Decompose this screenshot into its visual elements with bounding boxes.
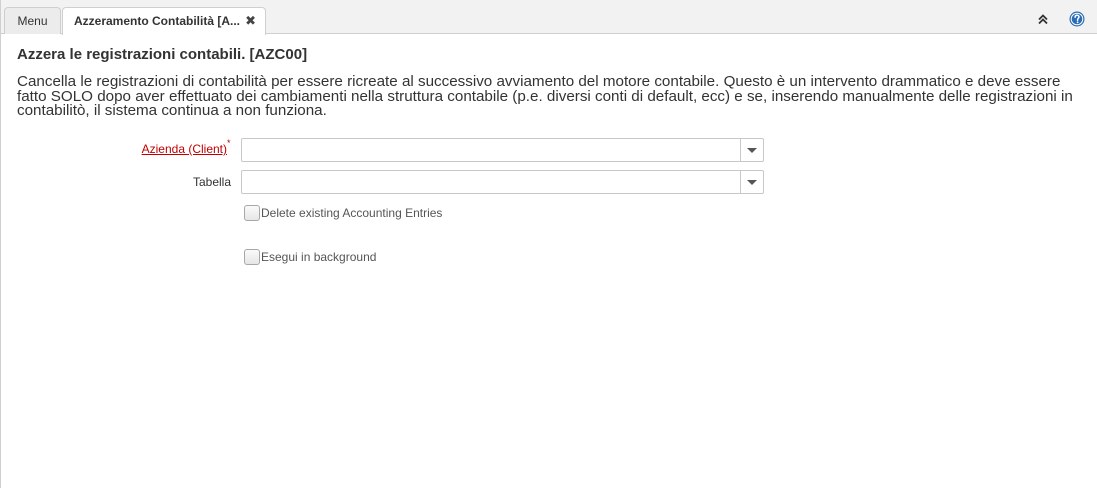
tab-azzeramento-contabilita[interactable]: Azzeramento Contabilità [A... ✖ <box>62 7 266 35</box>
client-field-label[interactable]: Azienda (Client) <box>27 142 227 156</box>
background-checkbox[interactable] <box>244 249 260 265</box>
required-marker: * <box>227 138 231 148</box>
delete-entries-label: Delete existing Accounting Entries <box>261 206 443 220</box>
process-description: Cancella le registrazioni di contabilità… <box>17 73 1073 119</box>
table-dropdown-button[interactable] <box>740 171 763 193</box>
double-chevron-up-icon[interactable] <box>1035 11 1051 27</box>
delete-entries-checkbox[interactable] <box>244 205 260 221</box>
close-tab-icon[interactable]: ✖ <box>245 8 256 34</box>
client-input[interactable] <box>242 139 741 161</box>
tab-label: Azzeramento Contabilità [A... <box>74 14 241 28</box>
table-combobox[interactable] <box>241 170 764 194</box>
background-label: Esegui in background <box>261 250 377 264</box>
caret-down-icon <box>747 148 757 153</box>
tab-bar: Menu Azzeramento Contabilità [A... ✖ <box>1 0 1097 35</box>
tab-menu[interactable]: Menu <box>4 7 61 34</box>
table-input[interactable] <box>242 171 741 193</box>
client-dropdown-button[interactable] <box>740 139 763 161</box>
page-title: Azzera le registrazioni contabili. [AZC0… <box>17 46 308 63</box>
background-option[interactable]: Esegui in background <box>244 249 376 267</box>
table-field-label: Tabella <box>192 175 231 189</box>
app-window: Menu Azzeramento Contabilità [A... ✖ Azz… <box>0 0 1097 488</box>
client-combobox[interactable] <box>241 138 764 162</box>
caret-down-icon <box>747 180 757 185</box>
help-circle-icon[interactable] <box>1069 11 1085 27</box>
delete-entries-option[interactable]: Delete existing Accounting Entries <box>244 205 442 223</box>
